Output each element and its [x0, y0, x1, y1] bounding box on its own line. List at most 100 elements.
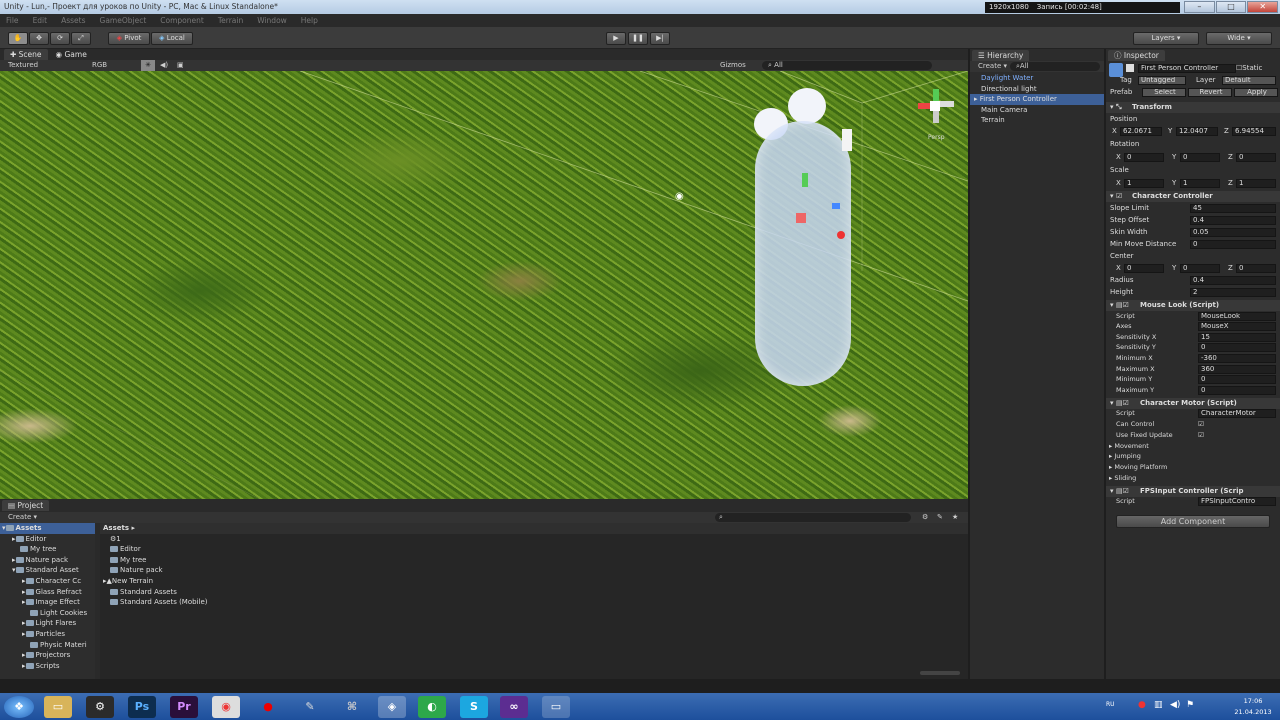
height-field[interactable]: 2 — [1190, 288, 1276, 297]
moving-platform-foldout[interactable]: ▸ Moving Platform — [1106, 462, 1280, 473]
scene-viewport[interactable]: ◉ Persp — [0, 71, 968, 499]
tree-item-image-effects[interactable]: ▸ Image Effect — [0, 597, 95, 608]
hierarchy-item-main-camera[interactable]: Main Camera — [970, 105, 1104, 116]
render-mode-dropdown[interactable]: Textured — [8, 60, 38, 71]
close-button[interactable]: ✕ — [1247, 1, 1279, 13]
rotation-x-field[interactable]: 0 — [1124, 153, 1164, 162]
maximum-y-field[interactable]: 0 — [1198, 386, 1276, 395]
favorite-icon[interactable]: ★ — [952, 512, 958, 523]
hierarchy-item-terrain[interactable]: Terrain — [970, 115, 1104, 126]
photoshop-icon[interactable]: Ps — [128, 696, 156, 718]
sensitivity-y-field[interactable]: 0 — [1198, 343, 1276, 352]
asset-item-nature-pack[interactable]: Nature pack — [100, 565, 968, 576]
tree-item-assets[interactable]: ▾ Assets — [0, 523, 95, 534]
local-toggle[interactable]: ◈ Local — [151, 32, 193, 45]
tree-item-glass-refraction[interactable]: ▸ Glass Refract — [0, 587, 95, 598]
mouselook-script-field[interactable]: MouseLook — [1198, 312, 1276, 321]
menu-assets[interactable]: Assets — [61, 14, 85, 27]
sliding-foldout[interactable]: ▸ Sliding — [1106, 473, 1280, 484]
step-icon[interactable]: ▶| — [650, 32, 670, 45]
minimum-y-field[interactable]: 0 — [1198, 375, 1276, 384]
filter-label-icon[interactable]: ✎ — [937, 512, 943, 523]
hierarchy-tab[interactable]: ☰ Hierarchy — [972, 50, 1030, 61]
hierarchy-item-daylight-water[interactable]: Daylight Water — [970, 73, 1104, 84]
asset-item-new-terrain[interactable]: ▸▲New Terrain — [100, 576, 968, 587]
axes-dropdown[interactable]: MouseX — [1198, 322, 1276, 331]
icon-size-slider[interactable] — [920, 671, 960, 675]
layout-dropdown[interactable]: Wide ▾ — [1206, 32, 1272, 45]
recorder-icon[interactable]: ● — [254, 696, 282, 718]
maximum-x-field[interactable]: 360 — [1198, 365, 1276, 374]
motor-script-field[interactable]: CharacterMotor — [1198, 409, 1276, 418]
hierarchy-create-button[interactable]: Create — [978, 62, 1001, 70]
project-search[interactable]: ⌕ — [715, 513, 911, 522]
play-icon[interactable]: ▶ — [606, 32, 626, 45]
premiere-icon[interactable]: Pr — [170, 696, 198, 718]
position-z-field[interactable]: 6.94554 — [1232, 127, 1276, 136]
transform-header[interactable]: ▾ ⤡ Transform — [1106, 102, 1280, 113]
center-y-field[interactable]: 0 — [1180, 264, 1220, 273]
prefab-apply-button[interactable]: Apply — [1234, 88, 1278, 97]
position-x-field[interactable]: 62.0671 — [1120, 127, 1162, 136]
jumping-foldout[interactable]: ▸ Jumping — [1106, 451, 1280, 462]
rotate-tool-icon[interactable]: ⟳ — [50, 32, 70, 45]
rotation-z-field[interactable]: 0 — [1236, 153, 1276, 162]
radius-field[interactable]: 0.4 — [1190, 276, 1276, 285]
tab-game[interactable]: ◉ Game — [49, 49, 93, 60]
visual-studio-icon[interactable]: ∞ — [500, 696, 528, 718]
chrome-icon[interactable]: ◉ — [212, 696, 240, 718]
tree-item-editor[interactable]: ▸ Editor — [0, 534, 95, 545]
asset-item-scene-1[interactable]: ⚙1 — [100, 534, 968, 545]
scene-orientation-gizmo[interactable] — [918, 89, 954, 125]
vpn-icon[interactable]: ◐ — [418, 696, 446, 718]
minimum-x-field[interactable]: -360 — [1198, 354, 1276, 363]
rotation-y-field[interactable]: 0 — [1180, 153, 1220, 162]
minimize-button[interactable]: – — [1184, 1, 1215, 13]
tab-scene[interactable]: ✚ Scene — [4, 49, 48, 60]
menu-gameobject[interactable]: GameObject — [100, 14, 147, 27]
asset-item-standard-assets-mobile[interactable]: Standard Assets (Mobile) — [100, 597, 968, 608]
menu-help[interactable]: Help — [301, 14, 318, 27]
tree-item-character-controllers[interactable]: ▸ Character Cc — [0, 576, 95, 587]
project-create-button[interactable]: Create — [8, 513, 31, 521]
asset-item-editor[interactable]: Editor — [100, 544, 968, 555]
static-checkbox[interactable]: ☐Static — [1236, 63, 1262, 74]
start-button-icon[interactable]: ❖ — [4, 696, 34, 718]
hand-tool-icon[interactable]: ✋ — [8, 32, 28, 45]
scale-y-field[interactable]: 1 — [1180, 179, 1220, 188]
position-y-field[interactable]: 12.0407 — [1176, 127, 1218, 136]
center-z-field[interactable]: 0 — [1236, 264, 1276, 273]
menu-component[interactable]: Component — [160, 14, 204, 27]
step-offset-field[interactable]: 0.4 — [1190, 216, 1276, 225]
move-tool-icon[interactable]: ✥ — [29, 32, 49, 45]
skin-width-field[interactable]: 0.05 — [1190, 228, 1276, 237]
audio-icon[interactable]: ◀) — [160, 60, 168, 71]
active-checkbox[interactable] — [1126, 64, 1134, 72]
hierarchy-item-first-person-controller[interactable]: ▸ First Person Controller — [970, 94, 1104, 105]
tree-item-projectors[interactable]: ▸ Projectors — [0, 650, 95, 661]
scale-x-field[interactable]: 1 — [1124, 179, 1164, 188]
pivot-toggle[interactable]: ◈ Pivot — [108, 32, 150, 45]
tray-flag-icon[interactable]: ⚑ — [1186, 700, 1194, 710]
menu-window[interactable]: Window — [257, 14, 287, 27]
hierarchy-item-directional-light[interactable]: Directional light — [970, 84, 1104, 95]
scale-tool-icon[interactable]: ⤢ — [71, 32, 91, 45]
filter-type-icon[interactable]: ⚙ — [922, 512, 928, 523]
skype-icon[interactable]: S — [460, 696, 488, 718]
add-component-button[interactable]: Add Component — [1116, 515, 1270, 528]
min-move-distance-field[interactable]: 0 — [1190, 240, 1276, 249]
project-tab[interactable]: ▤ Project — [2, 500, 50, 511]
monitor-icon[interactable]: ▭ — [542, 696, 570, 718]
network-icon[interactable]: ⌘ — [338, 696, 366, 718]
prefab-revert-button[interactable]: Revert — [1188, 88, 1232, 97]
tree-item-standard-assets[interactable]: ▾ Standard Asset — [0, 565, 95, 576]
asset-item-my-tree[interactable]: My tree — [100, 555, 968, 566]
object-name-field[interactable]: First Person Controller — [1138, 64, 1236, 73]
first-person-controller-capsule[interactable] — [755, 121, 851, 386]
character-controller-header[interactable]: ▾ ☑ Character Controller — [1106, 191, 1280, 202]
tray-record-icon[interactable]: ● — [1138, 700, 1146, 710]
menu-terrain[interactable]: Terrain — [218, 14, 243, 27]
tree-item-my-tree[interactable]: My tree — [0, 544, 95, 555]
scale-z-field[interactable]: 1 — [1236, 179, 1276, 188]
inspector-tab[interactable]: ⓘ Inspector — [1108, 50, 1165, 61]
